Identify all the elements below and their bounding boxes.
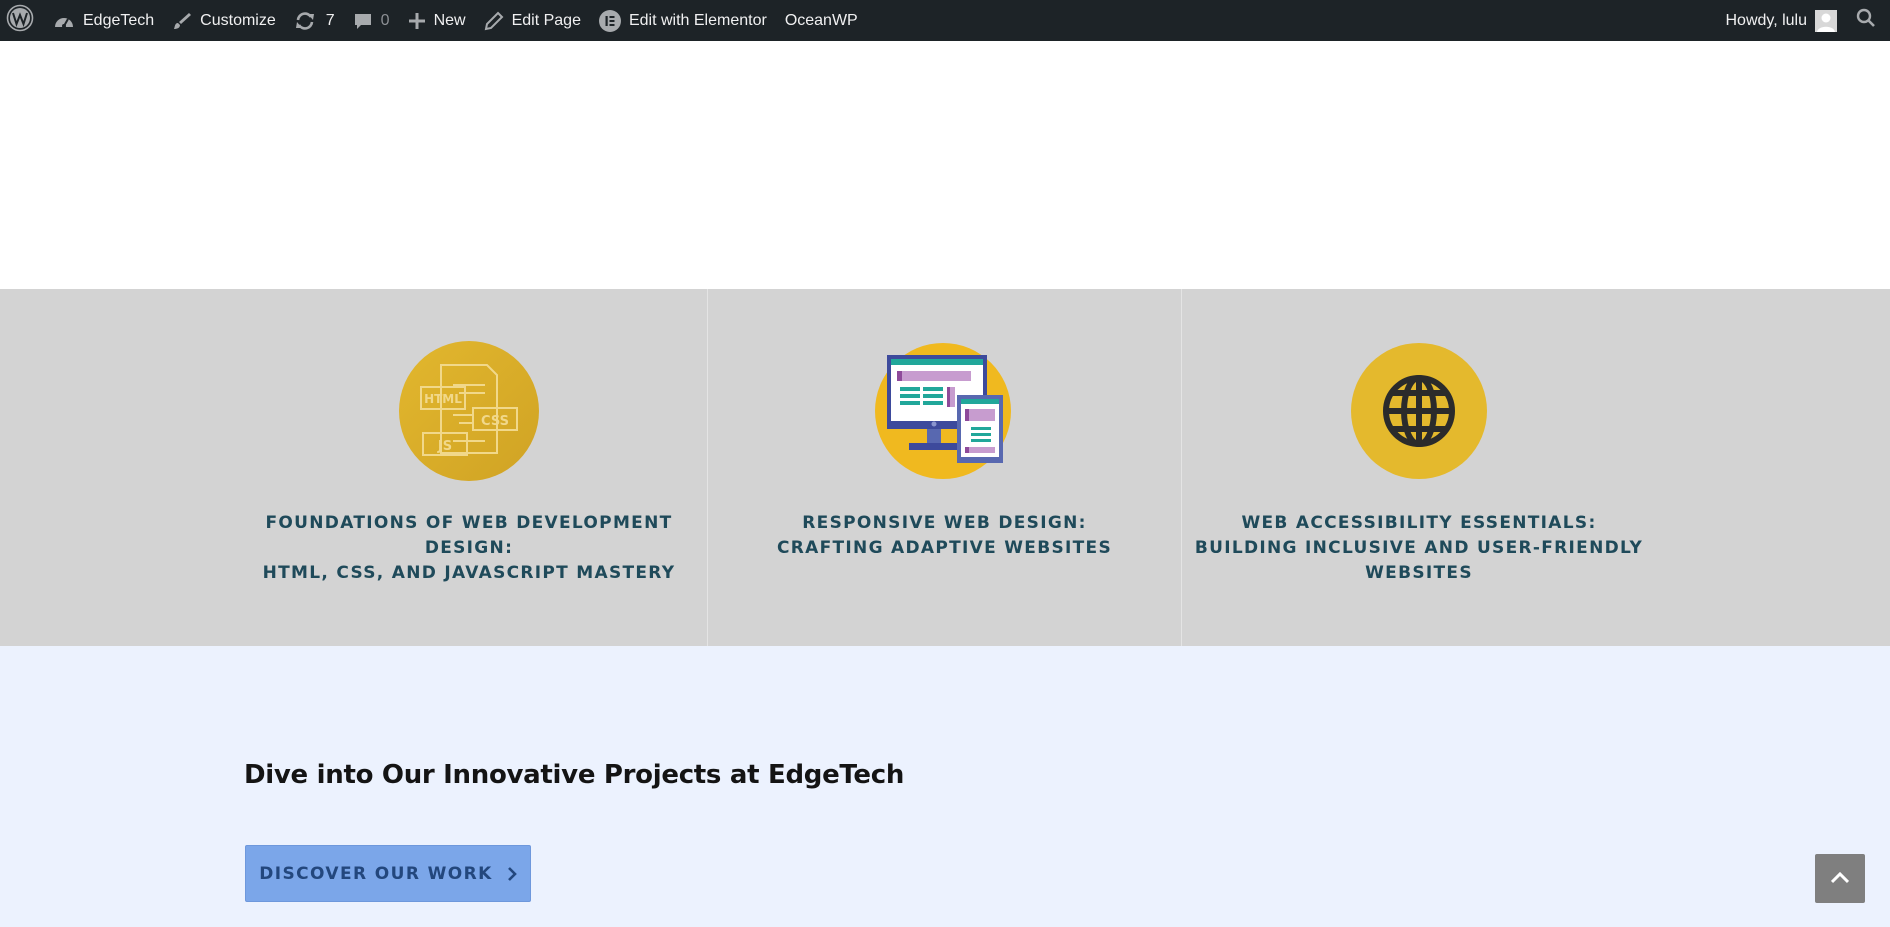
edit-with-elementor-link[interactable]: Edit with Elementor [590,0,776,41]
oceanwp-menu[interactable]: OceanWP [776,0,867,41]
avatar [1815,9,1837,32]
admin-bar: EdgeTech Customize 7 0 New Edit Page Edi… [0,0,1890,41]
search-icon [1856,8,1876,33]
globe-icon [1347,341,1491,481]
my-account-menu[interactable]: Howdy, lulu [1716,0,1846,41]
customize-label: Customize [200,11,276,29]
admin-search-button[interactable] [1846,0,1890,41]
comment-icon [353,11,373,31]
wordpress-icon [6,4,34,37]
customize-link[interactable]: Customize [163,0,285,41]
comments-count: 0 [380,11,390,29]
feature-title-line: HTML, CSS, AND JAVASCRIPT MASTERY [262,563,676,583]
brush-icon [172,11,192,31]
js-icon-text: JS [437,439,452,454]
cta-heading: Dive into Our Innovative Projects at Edg… [244,760,905,790]
admin-bar-right: Howdy, lulu [1716,0,1890,41]
updates-link[interactable]: 7 [285,0,344,41]
new-label: New [433,11,466,29]
comments-link[interactable]: 0 [344,0,399,41]
dashboard-icon [53,12,75,30]
features-section: HTML CSS JS FOUNDATIONS OF WEB DEVELOPME… [0,289,1890,646]
html-icon-text: HTML [424,392,462,406]
feature-web-development: HTML CSS JS FOUNDATIONS OF WEB DEVELOPME… [230,289,708,646]
html-css-js-icon: HTML CSS JS [397,341,541,481]
feature-title-line: RESPONSIVE WEB DESIGN: [802,513,1087,533]
top-spacer [0,41,1890,289]
oceanwp-label: OceanWP [784,11,858,29]
plus-icon [408,12,426,30]
admin-bar-left: EdgeTech Customize 7 0 New Edit Page Edi… [0,0,867,41]
edit-page-label: Edit Page [511,11,581,29]
site-name-label: EdgeTech [83,11,155,29]
feature-title-line: CRAFTING ADAPTIVE WEBSITES [777,538,1112,558]
projects-cta-section: Dive into Our Innovative Projects at Edg… [0,646,1890,927]
wordpress-logo-menu[interactable] [0,0,44,41]
feature-web-accessibility: WEB ACCESSIBILITY ESSENTIALS: BUILDING I… [1182,289,1656,646]
chevron-up-icon [1830,869,1850,888]
scroll-to-top-button[interactable] [1815,854,1865,903]
user-avatar-icon [1817,13,1835,32]
new-content-menu[interactable]: New [399,0,475,41]
edit-page-link[interactable]: Edit Page [475,0,590,41]
feature-responsive-design: RESPONSIVE WEB DESIGN: CRAFTING ADAPTIVE… [708,289,1181,646]
discover-button-label: DISCOVER OUR WORK [259,863,493,884]
feature-title: RESPONSIVE WEB DESIGN: CRAFTING ADAPTIVE… [777,511,1112,561]
pencil-icon [484,11,504,31]
elementor-icon [598,9,621,32]
elementor-label: Edit with Elementor [628,11,767,29]
feature-title-line: BUILDING INCLUSIVE AND USER-FRIENDLY [1194,538,1644,558]
updates-icon [294,11,316,31]
responsive-devices-icon [873,341,1017,481]
greeting-label: Howdy, lulu [1725,11,1807,29]
updates-count: 7 [325,11,335,29]
feature-title-line: FOUNDATIONS OF WEB DEVELOPMENT DESIGN: [265,513,673,558]
discover-our-work-button[interactable]: DISCOVER OUR WORK [245,845,531,902]
site-name-menu[interactable]: EdgeTech [44,0,163,41]
feature-title: FOUNDATIONS OF WEB DEVELOPMENT DESIGN: H… [230,511,708,586]
feature-title-line: WEBSITES [1365,563,1473,583]
feature-title: WEB ACCESSIBILITY ESSENTIALS: BUILDING I… [1195,511,1643,586]
chevron-right-icon [507,866,517,881]
feature-title-line: WEB ACCESSIBILITY ESSENTIALS: [1241,513,1597,533]
css-icon-text: CSS [481,414,509,429]
